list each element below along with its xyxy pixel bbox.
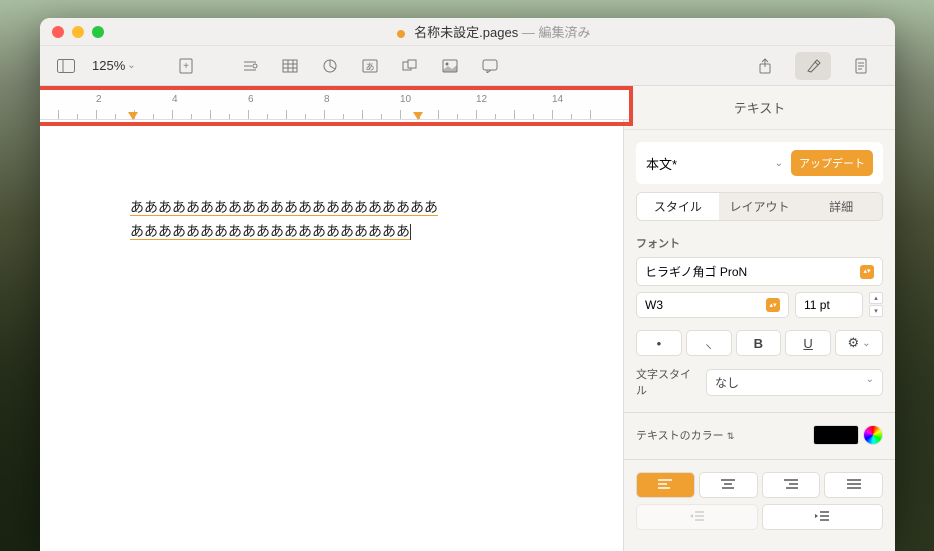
align-justify-button[interactable] <box>824 472 883 498</box>
table-icon[interactable] <box>272 52 308 80</box>
inspector-header: テキスト <box>624 86 895 130</box>
svg-text:あ: あ <box>365 62 374 72</box>
stepper-icon: ▴▾ <box>860 265 874 279</box>
align-left-button[interactable] <box>636 472 695 498</box>
baseline-button[interactable]: ⸜ <box>686 330 732 356</box>
ruler-label: 8 <box>324 94 330 105</box>
zoom-select[interactable]: 125% ⌄ <box>88 58 140 73</box>
toolbar: 125% ⌄ + あ <box>40 46 895 86</box>
window-title: 名称未設定.pages — 編集済み <box>104 22 883 41</box>
size-up-button[interactable]: ▴ <box>869 292 883 304</box>
text-line-1: ああああああああああああああああああああああ <box>130 199 438 216</box>
size-down-button[interactable]: ▾ <box>869 305 883 317</box>
inspector-panel: テキスト 本文* ⌄ アップデート スタイル レイアウト 詳細 フォント ヒラギ… <box>623 86 895 551</box>
tab-more[interactable]: 詳細 <box>800 193 882 220</box>
char-style-label: 文字スタイル <box>636 366 698 398</box>
color-swatch[interactable] <box>813 425 859 445</box>
paragraph-style-select[interactable]: 本文* ⌄ <box>646 154 783 173</box>
font-family-select[interactable]: ヒラギノ角ゴ ProN ▴▾ <box>636 257 883 286</box>
char-style-select[interactable]: なし ⌄ <box>706 369 883 396</box>
ruler-label: 4 <box>172 94 178 105</box>
comment-icon[interactable] <box>472 52 508 80</box>
window-controls <box>52 26 104 38</box>
svg-text:+: + <box>183 61 189 72</box>
text-color-label: テキストのカラー ⇅ <box>636 427 734 443</box>
ruler-label: 14 <box>552 94 563 105</box>
titlebar: 名称未設定.pages — 編集済み <box>40 18 895 46</box>
font-weight-select[interactable]: W3 ▴▾ <box>636 292 789 318</box>
update-style-button[interactable]: アップデート <box>791 150 873 176</box>
more-format-button[interactable]: ⚙︎⌄ <box>835 330 883 356</box>
chevron-down-icon: ⌄ <box>862 338 870 349</box>
underline-button[interactable]: U <box>785 330 831 356</box>
share-icon[interactable] <box>747 52 783 80</box>
align-right-button[interactable] <box>762 472 821 498</box>
insert-text-icon[interactable] <box>232 52 268 80</box>
tab-style[interactable]: スタイル <box>637 193 719 220</box>
align-center-button[interactable] <box>699 472 758 498</box>
char-spacing-button[interactable]: • <box>636 330 682 356</box>
app-window: 名称未設定.pages — 編集済み 125% ⌄ + あ 0246810121… <box>40 18 895 551</box>
ruler[interactable]: 02468101214 <box>40 90 629 120</box>
document-area[interactable]: 02468101214 ああああああああああああああああああああああ あああああ… <box>40 86 623 551</box>
bold-button[interactable]: B <box>736 330 782 356</box>
modified-dot-icon <box>397 30 405 38</box>
view-toggle-icon[interactable] <box>48 52 84 80</box>
minimize-icon[interactable] <box>72 26 84 38</box>
color-picker-icon[interactable] <box>863 425 883 445</box>
document-status: — 編集済み <box>522 25 591 40</box>
font-section-label: フォント <box>636 235 883 251</box>
ruler-label: 10 <box>400 94 411 105</box>
indent-increase-button[interactable] <box>762 504 884 530</box>
ruler-highlight: 02468101214 <box>40 86 633 126</box>
ruler-label: 6 <box>248 94 254 105</box>
ruler-marker-icon[interactable] <box>128 112 138 120</box>
add-page-icon[interactable]: + <box>168 52 204 80</box>
chevron-down-icon: ⌄ <box>127 60 135 71</box>
media-icon[interactable] <box>432 52 468 80</box>
ruler-label: 12 <box>476 94 487 105</box>
text-line-2: ああああああああああああああああああああ <box>130 223 410 240</box>
maximize-icon[interactable] <box>92 26 104 38</box>
ruler-marker-icon[interactable] <box>413 112 423 120</box>
chevron-down-icon: ⌄ <box>775 158 783 169</box>
document-name: 名称未設定.pages <box>414 25 518 40</box>
chart-icon[interactable] <box>312 52 348 80</box>
chevron-down-icon: ⌄ <box>866 374 874 391</box>
text-box-icon[interactable]: あ <box>352 52 388 80</box>
shape-icon[interactable] <box>392 52 428 80</box>
stepper-icon: ▴▾ <box>766 298 780 312</box>
inspector-tabs: スタイル レイアウト 詳細 <box>636 192 883 221</box>
tab-layout[interactable]: レイアウト <box>719 193 801 220</box>
format-icon[interactable] <box>795 52 831 80</box>
document-settings-icon[interactable] <box>843 52 879 80</box>
ruler-label: 2 <box>96 94 102 105</box>
close-icon[interactable] <box>52 26 64 38</box>
text-cursor <box>410 224 411 240</box>
font-size-field[interactable]: 11 pt <box>795 292 863 318</box>
indent-decrease-button[interactable] <box>636 504 758 530</box>
